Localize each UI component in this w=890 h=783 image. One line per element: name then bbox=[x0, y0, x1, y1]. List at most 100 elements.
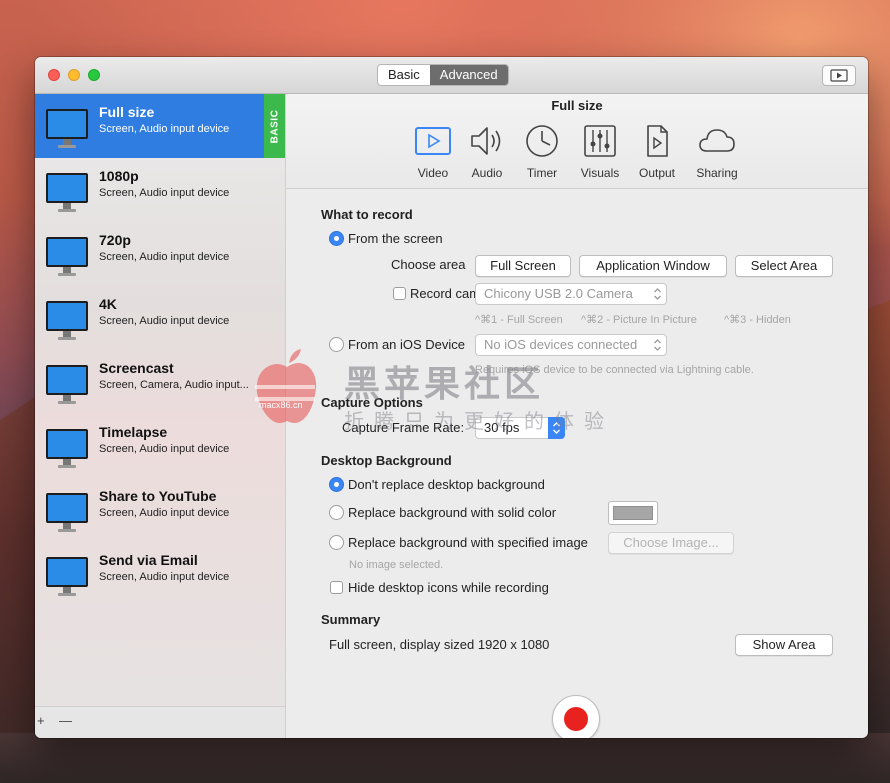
tab-basic[interactable]: Basic bbox=[378, 65, 430, 85]
tab-output-label: Output bbox=[638, 166, 676, 180]
preset-subtitle: Screen, Audio input device bbox=[99, 443, 230, 455]
watermark-title: 黑苹果社区 bbox=[344, 363, 545, 404]
cloud-icon bbox=[699, 129, 735, 152]
show-area-button[interactable]: Show Area bbox=[735, 634, 833, 656]
select-area-button[interactable]: Select Area bbox=[735, 255, 833, 277]
watermark-site: macx86.cn bbox=[259, 400, 303, 410]
file-icon bbox=[647, 125, 668, 157]
select-arrows-icon bbox=[654, 339, 661, 351]
preset-title: 4K bbox=[99, 296, 117, 312]
tab-advanced[interactable]: Advanced bbox=[429, 65, 508, 85]
record-camera-checkbox[interactable] bbox=[393, 287, 406, 300]
choose-image-button[interactable]: Choose Image... bbox=[608, 532, 734, 554]
specified-image-radio[interactable] bbox=[329, 535, 344, 550]
desktop-background-heading: Desktop Background bbox=[321, 453, 452, 468]
record-dot-icon bbox=[564, 707, 588, 731]
ios-device-select[interactable]: No iOS devices connected bbox=[475, 334, 667, 356]
basic-badge: BASIC bbox=[264, 94, 285, 158]
sliders-icon bbox=[584, 125, 616, 157]
add-preset-button[interactable]: + bbox=[37, 713, 45, 728]
preset-title: Screencast bbox=[99, 360, 174, 376]
preset-item[interactable]: Send via Email Screen, Audio input devic… bbox=[35, 542, 285, 606]
camera-select[interactable]: Chicony USB 2.0 Camera bbox=[475, 283, 667, 305]
zoom-window-button[interactable] bbox=[88, 69, 100, 81]
application-window-button[interactable]: Application Window bbox=[579, 255, 727, 277]
hint-pip: ^⌘2 - Picture In Picture bbox=[581, 314, 697, 326]
preset-subtitle: Screen, Audio input device bbox=[99, 251, 230, 263]
close-window-button[interactable] bbox=[48, 69, 60, 81]
video-settings-pane: What to record From the screen Choose ar… bbox=[286, 189, 868, 738]
preset-subtitle: Screen, Audio input device bbox=[99, 123, 230, 135]
from-ios-label: From an iOS Device bbox=[348, 337, 466, 352]
preset-item[interactable]: Full size Screen, Audio input device bbox=[35, 94, 285, 158]
video-icon bbox=[415, 127, 451, 155]
monitor-icon bbox=[46, 557, 88, 596]
basic-badge-label: BASIC bbox=[269, 109, 280, 143]
preset-title: Share to YouTube bbox=[99, 488, 217, 504]
tab-sharing[interactable]: Sharing bbox=[685, 124, 749, 180]
summary-heading: Summary bbox=[321, 612, 381, 627]
tab-timer-label: Timer bbox=[526, 166, 558, 180]
solid-color-label: Replace background with solid color bbox=[348, 505, 557, 520]
no-image-text: No image selected. bbox=[349, 559, 444, 571]
select-arrows-icon bbox=[654, 288, 661, 300]
minimize-window-button[interactable] bbox=[68, 69, 80, 81]
preset-title: 720p bbox=[99, 232, 131, 248]
monitor-icon bbox=[46, 429, 88, 468]
color-well[interactable] bbox=[608, 501, 658, 525]
speaker-icon bbox=[471, 127, 501, 155]
preset-item[interactable]: Share to YouTube Screen, Audio input dev… bbox=[35, 478, 285, 542]
watermark-apple-icon: macx86.cn bbox=[255, 349, 317, 423]
monitor-icon bbox=[46, 109, 88, 148]
settings-toolbar: Full size Video Audio Timer Visuals Outp… bbox=[286, 94, 868, 189]
hide-icons-checkbox[interactable] bbox=[330, 581, 343, 594]
monitor-icon bbox=[46, 173, 88, 212]
preset-subtitle: Screen, Audio input device bbox=[99, 187, 230, 199]
hint-full-screen: ^⌘1 - Full Screen bbox=[475, 314, 563, 326]
preset-subtitle: Screen, Audio input device bbox=[99, 315, 230, 327]
what-to-record-heading: What to record bbox=[321, 207, 413, 222]
preset-title: Send via Email bbox=[99, 552, 198, 568]
preset-title: 1080p bbox=[99, 168, 139, 184]
titlebar: Basic Advanced bbox=[35, 57, 868, 94]
panel-title: Full size bbox=[551, 98, 603, 113]
solid-color-radio[interactable] bbox=[329, 505, 344, 520]
from-screen-radio[interactable] bbox=[329, 231, 344, 246]
preset-item[interactable]: 720p Screen, Audio input device bbox=[35, 222, 285, 286]
preset-item[interactable]: 4K Screen, Audio input device bbox=[35, 286, 285, 350]
dont-replace-radio[interactable] bbox=[329, 477, 344, 492]
preset-item[interactable]: 1080p Screen, Audio input device bbox=[35, 158, 285, 222]
monitor-icon bbox=[46, 365, 88, 404]
preset-subtitle: Screen, Audio input device bbox=[99, 507, 230, 519]
specified-image-label: Replace background with specified image bbox=[348, 535, 588, 550]
full-screen-button[interactable]: Full Screen bbox=[475, 255, 571, 277]
summary-text: Full screen, display sized 1920 x 1080 bbox=[329, 637, 550, 652]
tab-visuals-label: Visuals bbox=[580, 166, 620, 180]
preset-title: Full size bbox=[99, 104, 155, 120]
color-well-swatch bbox=[613, 506, 653, 520]
tab-sharing-label: Sharing bbox=[696, 166, 738, 180]
ios-device-select-value: No iOS devices connected bbox=[484, 337, 638, 352]
monitor-icon bbox=[46, 301, 88, 340]
record-button[interactable] bbox=[552, 695, 600, 738]
mode-segmented-control: Basic Advanced bbox=[377, 64, 509, 86]
from-ios-radio[interactable] bbox=[329, 337, 344, 352]
tab-visuals[interactable]: Visuals bbox=[568, 124, 632, 180]
sidebar-footer: + — bbox=[35, 706, 285, 738]
from-screen-label: From the screen bbox=[348, 231, 443, 246]
tab-timer[interactable]: Timer bbox=[510, 124, 574, 180]
wallpaper-rocks bbox=[0, 733, 890, 783]
camera-select-value: Chicony USB 2.0 Camera bbox=[484, 286, 633, 301]
preview-button[interactable] bbox=[822, 65, 856, 86]
clock-icon bbox=[526, 125, 558, 157]
preset-subtitle: Screen, Audio input device bbox=[99, 571, 230, 583]
monitor-icon bbox=[46, 493, 88, 532]
choose-area-label: Choose area bbox=[391, 257, 466, 272]
watermark-subtitle: 折腾只为更好的体验 bbox=[344, 411, 614, 433]
preset-title: Timelapse bbox=[99, 424, 168, 440]
remove-preset-button[interactable]: — bbox=[59, 713, 72, 728]
hint-hidden: ^⌘3 - Hidden bbox=[724, 314, 791, 326]
tab-output[interactable]: Output bbox=[625, 124, 689, 180]
hide-icons-label: Hide desktop icons while recording bbox=[348, 580, 549, 595]
dont-replace-label: Don't replace desktop background bbox=[348, 477, 545, 492]
